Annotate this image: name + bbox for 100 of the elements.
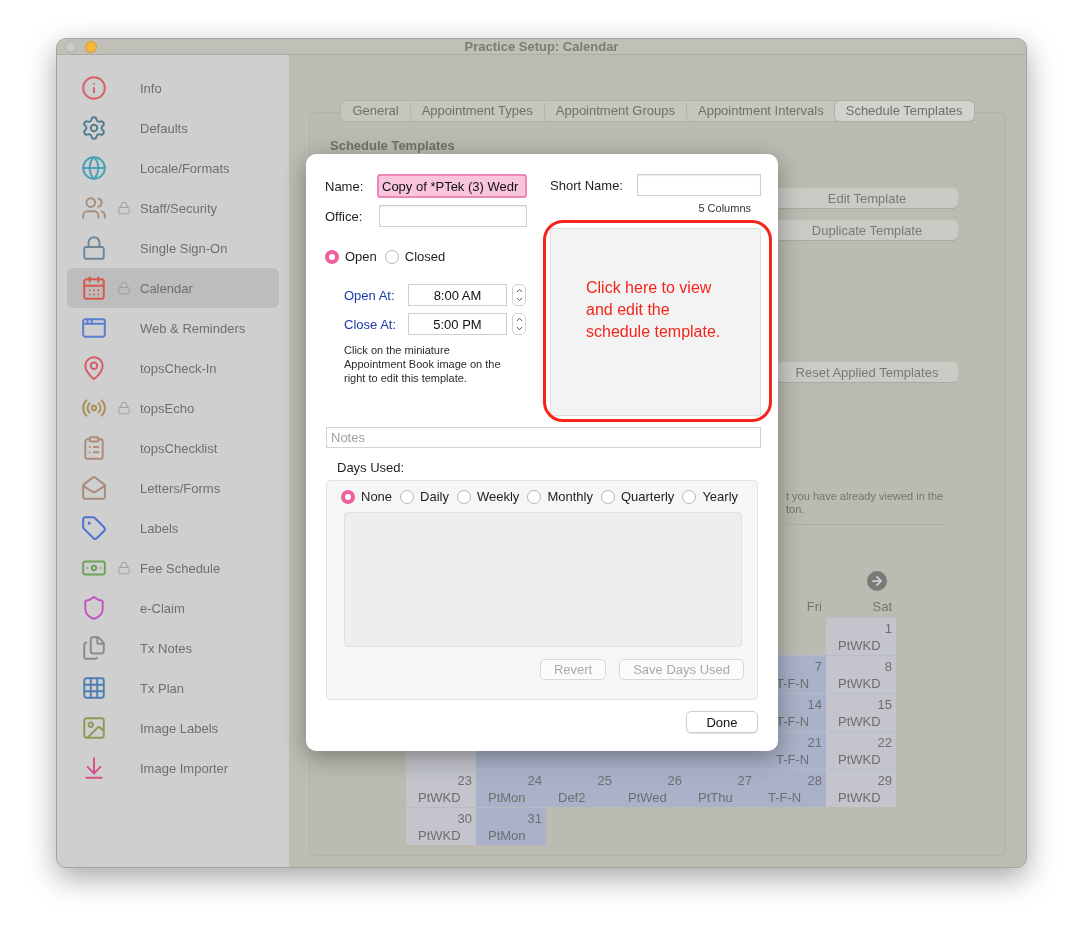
day-cell[interactable]: 31 PtMon bbox=[476, 807, 546, 845]
minimize-button[interactable] bbox=[85, 40, 97, 53]
day-cell[interactable]: 29 PtWKD bbox=[826, 769, 896, 807]
weekday-label: Fri bbox=[806, 599, 822, 614]
sidebar-item[interactable]: Letters/Forms bbox=[67, 468, 279, 508]
info-text: t you have already viewed in the ton. bbox=[786, 490, 948, 525]
radio-option[interactable]: Yearly bbox=[682, 489, 739, 504]
shield-icon bbox=[81, 595, 107, 621]
day-cell[interactable]: 1 PtWKD bbox=[826, 617, 896, 655]
sidebar-item[interactable]: e-Claim bbox=[67, 588, 279, 628]
sidebar-item[interactable]: Locale/Formats bbox=[67, 148, 279, 188]
day-cell[interactable]: 28 T-F-N bbox=[756, 769, 826, 807]
sidebar-item[interactable]: topsChecklist bbox=[67, 428, 279, 468]
day-cell[interactable]: 23 PtWKD bbox=[406, 769, 476, 807]
tab[interactable]: General bbox=[341, 101, 410, 121]
close-button[interactable] bbox=[65, 40, 77, 53]
people-icon bbox=[81, 195, 107, 221]
template-button[interactable]: Reset Applied Templates bbox=[776, 362, 958, 382]
tab[interactable]: Appointment Groups bbox=[543, 101, 686, 121]
day-cell[interactable]: 25 Def2 bbox=[546, 769, 616, 807]
sidebar-label: Tx Plan bbox=[140, 680, 185, 696]
radio-option[interactable]: Weekly bbox=[457, 489, 520, 504]
sidebar-item[interactable]: Fee Schedule bbox=[67, 548, 279, 588]
radio-option[interactable]: Daily bbox=[400, 489, 449, 504]
field-label: Days Used: bbox=[337, 460, 406, 475]
sidebar-item[interactable]: Web & Reminders bbox=[67, 308, 279, 348]
tab[interactable]: Schedule Templates bbox=[834, 101, 974, 121]
sidebar-label: Single Sign-On bbox=[140, 240, 228, 256]
sidebar-label: e-Claim bbox=[140, 600, 185, 616]
sidebar-item[interactable]: Image Labels bbox=[67, 708, 279, 748]
notes-field[interactable]: Notes bbox=[326, 427, 761, 448]
sidebar-label: Letters/Forms bbox=[140, 480, 221, 496]
globe-icon bbox=[81, 155, 107, 181]
radio-option[interactable]: Quarterly bbox=[600, 489, 675, 504]
sidebar-label: Calendar bbox=[140, 280, 193, 296]
image-icon bbox=[81, 715, 107, 741]
sidebar-label: topsCheck-In bbox=[140, 360, 217, 376]
radio-option[interactable]: Monthly bbox=[527, 489, 593, 504]
sidebar-label: Image Labels bbox=[140, 720, 219, 736]
sidebar-item[interactable]: Image Importer bbox=[67, 748, 279, 788]
sidebar-label: Fee Schedule bbox=[140, 560, 221, 576]
day-cell[interactable]: 30 PtWKD bbox=[406, 807, 476, 845]
callout-text: Click here to view and edit the schedule template. bbox=[586, 278, 722, 342]
office-field[interactable] bbox=[379, 205, 527, 227]
sidebar-item[interactable]: Labels bbox=[67, 508, 279, 548]
tab[interactable]: Appointment Types bbox=[409, 101, 544, 121]
sidebar-item[interactable]: topsCheck-In bbox=[67, 348, 279, 388]
time-field[interactable]: 5:00 PM bbox=[408, 313, 507, 335]
sidebar-item[interactable]: Single Sign-On bbox=[67, 228, 279, 268]
sidebar-label: Info bbox=[140, 80, 162, 96]
sidebar-item[interactable]: Staff/Security bbox=[67, 188, 279, 228]
day-cell[interactable]: 15 PtWKD bbox=[826, 693, 896, 731]
padlock-icon bbox=[81, 235, 107, 261]
sidebar-label: Staff/Security bbox=[140, 200, 218, 216]
sidebar-label: topsChecklist bbox=[140, 440, 218, 456]
name-field[interactable]: Copy of *PTek (3) Wedr bbox=[377, 174, 527, 198]
window-title: Practice Setup: Calendar bbox=[464, 39, 619, 54]
sidebar-label: Web & Reminders bbox=[140, 320, 246, 336]
sidebar-label: topsEcho bbox=[140, 400, 195, 416]
envelope-icon bbox=[81, 475, 107, 501]
documents-icon bbox=[81, 635, 107, 661]
day-cell[interactable]: 27 PtThu bbox=[686, 769, 756, 807]
field-label: Close At: bbox=[344, 316, 398, 332]
radio-option[interactable]: Closed bbox=[384, 249, 446, 264]
template-button[interactable]: Duplicate Template bbox=[776, 220, 958, 240]
columns-note: 5 Columns bbox=[698, 202, 751, 214]
sidebar-item[interactable]: Tx Plan bbox=[67, 668, 279, 708]
stepper-icon[interactable] bbox=[512, 313, 526, 335]
template-button[interactable]: Edit Template bbox=[776, 188, 958, 208]
field-label: Office: bbox=[325, 208, 363, 224]
radio-option[interactable]: Open bbox=[325, 249, 377, 264]
day-cell[interactable]: 8 PtWKD bbox=[826, 655, 896, 693]
clipboard-icon bbox=[81, 435, 107, 461]
sidebar-label: Defaults bbox=[140, 120, 188, 136]
sidebar-item[interactable]: topsEcho bbox=[67, 388, 279, 428]
section-heading: Schedule Templates bbox=[330, 138, 456, 153]
day-cell[interactable]: 24 PtMon bbox=[476, 769, 546, 807]
sidebar-label: Labels bbox=[140, 520, 179, 536]
sidebar-item[interactable]: Defaults bbox=[67, 108, 279, 148]
calendar-icon bbox=[81, 275, 107, 301]
field-label: Name: bbox=[325, 178, 364, 194]
day-cell[interactable]: 22 PtWKD bbox=[826, 731, 896, 769]
field-label: Short Name: bbox=[550, 177, 623, 193]
field-label: Open At: bbox=[344, 287, 396, 303]
stepper-icon[interactable] bbox=[512, 284, 526, 306]
short-name-field[interactable] bbox=[637, 174, 761, 196]
tag-icon bbox=[81, 515, 107, 541]
schedule-preview[interactable]: Click here to view and edit the schedule template. bbox=[550, 228, 761, 416]
weekday-label: Sat bbox=[872, 599, 892, 614]
info-icon bbox=[81, 75, 107, 101]
time-field[interactable]: 8:00 AM bbox=[408, 284, 507, 306]
day-cell[interactable]: 26 PtWed bbox=[616, 769, 686, 807]
help-text: Click on the miniature Appointment Book image on the right to edit this template. bbox=[344, 343, 502, 385]
sidebar-item[interactable]: Info bbox=[67, 68, 279, 108]
sidebar-item[interactable]: Tx Notes bbox=[67, 628, 279, 668]
sidebar-label: Tx Notes bbox=[140, 640, 192, 656]
web-page-icon bbox=[81, 315, 107, 341]
sidebar-item[interactable]: Calendar bbox=[67, 268, 279, 308]
radio-option[interactable]: None bbox=[341, 489, 393, 504]
done-button[interactable]: Done bbox=[686, 711, 758, 733]
